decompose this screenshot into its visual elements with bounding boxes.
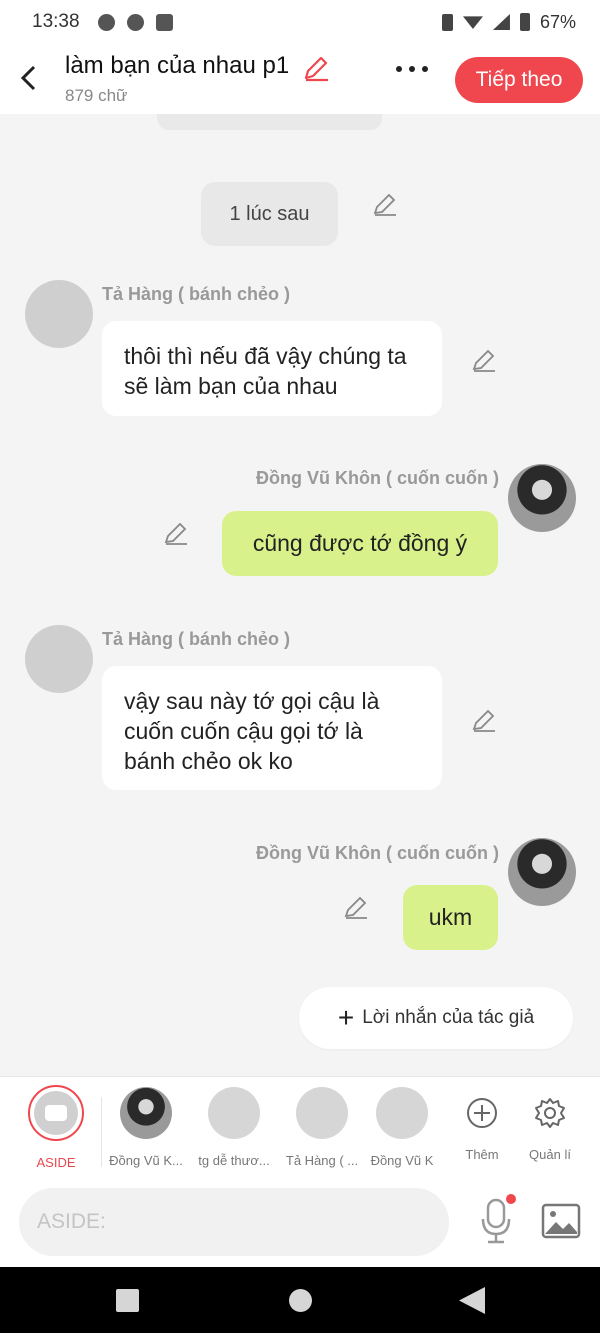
microphone-icon[interactable]	[478, 1197, 514, 1245]
vibrate-icon	[441, 13, 453, 31]
character-avatar	[208, 1087, 260, 1139]
recents-icon[interactable]	[116, 1289, 139, 1312]
battery-icon	[519, 13, 530, 31]
message-bubble[interactable]: thôi thì nếu đã vậy chúng ta sẽ làm bạn …	[102, 321, 442, 416]
character-avatar	[376, 1087, 428, 1139]
header: làm bạn của nhau p1 879 chữ Tiếp theo	[0, 44, 600, 114]
avatar-dong-vu-khon[interactable]	[508, 464, 576, 532]
speaker-name: Tả Hàng ( bánh chẻo )	[102, 284, 291, 304]
status-time: 13:38	[32, 11, 80, 32]
message-bubble[interactable]: cũng được tớ đồng ý	[222, 511, 498, 576]
speaker-name: Đồng Vũ Khôn ( cuốn cuốn )	[256, 468, 499, 488]
character-avatar	[296, 1087, 348, 1139]
character-item[interactable]: Đồng Vũ K...	[102, 1087, 190, 1168]
character-name: tg dễ thươ...	[198, 1153, 270, 1168]
author-note-button[interactable]: + Lời nhắn của tác giả	[299, 987, 573, 1049]
message-bubble[interactable]: vậy sau này tớ gọi cậu là cuốn cuốn cậu …	[102, 666, 442, 790]
add-circle-icon	[467, 1098, 497, 1128]
chrome-icon	[126, 13, 144, 31]
aside-input[interactable]	[19, 1188, 449, 1256]
app-notification-icon	[155, 13, 173, 31]
character-item[interactable]: Tả Hàng ( ...	[278, 1087, 366, 1168]
back-button[interactable]	[12, 58, 44, 98]
edit-title-icon[interactable]	[302, 54, 330, 82]
character-bar: ASIDE Đồng Vũ K... tg dễ thươ... Tả Hàng…	[0, 1076, 600, 1179]
edit-icon[interactable]	[372, 191, 398, 217]
back-arrow-icon	[20, 65, 36, 91]
next-button[interactable]: Tiếp theo	[455, 57, 583, 103]
status-right: 67%	[441, 11, 576, 33]
character-name: Tả Hàng ( ...	[285, 1153, 359, 1168]
character-name: Đồng Vũ K...	[109, 1153, 183, 1168]
character-item[interactable]: tg dễ thươ...	[190, 1087, 278, 1168]
home-icon[interactable]	[289, 1289, 312, 1312]
author-note-label: Lời nhắn của tác giả	[362, 1007, 535, 1028]
edit-icon[interactable]	[343, 894, 369, 920]
narration-bubble[interactable]: 1 lúc sau	[201, 182, 338, 246]
aside-avatar	[28, 1085, 84, 1141]
status-bar: 13:38 67%	[0, 0, 600, 44]
speaker-name: Đồng Vũ Khôn ( cuốn cuốn )	[256, 843, 499, 863]
aside-label: ASIDE	[36, 1155, 76, 1170]
previous-message-stub	[157, 114, 382, 130]
system-nav-bar	[0, 1267, 600, 1333]
manage-button[interactable]: Quản lí	[506, 1087, 594, 1162]
message-bubble[interactable]: ukm	[403, 885, 498, 950]
chat-area[interactable]: 1 lúc sau Tả Hàng ( bánh chẻo ) thôi thì…	[0, 114, 600, 1076]
manage-label: Quản lí	[529, 1147, 571, 1162]
input-bar	[0, 1179, 600, 1267]
character-item[interactable]: Đồng Vũ K	[366, 1087, 438, 1168]
character-name: Đồng Vũ K	[370, 1153, 434, 1168]
battery-percent: 67%	[539, 11, 576, 32]
word-count: 879 chữ	[65, 86, 128, 105]
speaker-name: Tả Hàng ( bánh chẻo )	[102, 629, 291, 649]
signal-icon	[492, 14, 510, 30]
avatar-ta-hang[interactable]	[25, 625, 93, 693]
character-avatar	[120, 1087, 172, 1139]
aside-character[interactable]: ASIDE	[12, 1085, 100, 1170]
recording-dot	[506, 1194, 516, 1204]
back-nav-icon[interactable]	[459, 1287, 485, 1314]
story-title: làm bạn của nhau p1	[65, 52, 290, 79]
chrome-icon	[97, 13, 115, 31]
edit-icon[interactable]	[163, 520, 189, 546]
avatar-ta-hang[interactable]	[25, 280, 93, 348]
image-icon[interactable]	[541, 1203, 581, 1239]
chat-bubble-icon	[45, 1105, 67, 1121]
gear-icon	[535, 1098, 565, 1128]
wifi-icon	[462, 16, 483, 29]
plus-icon: +	[337, 1002, 355, 1033]
edit-icon[interactable]	[471, 707, 497, 733]
avatar-dong-vu-khon[interactable]	[508, 838, 576, 906]
edit-icon[interactable]	[471, 347, 497, 373]
more-options-button[interactable]	[396, 66, 428, 72]
